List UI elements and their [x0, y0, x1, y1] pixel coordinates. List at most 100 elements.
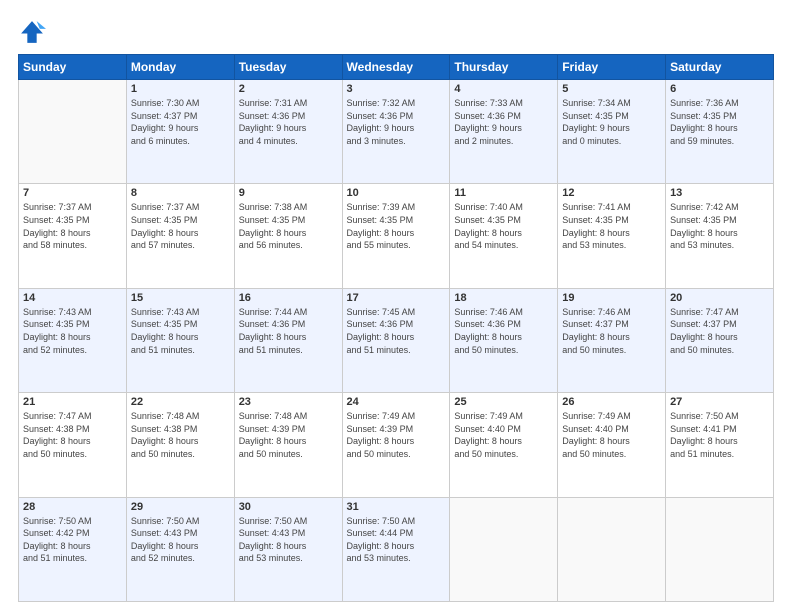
day-info: Sunrise: 7:31 AM Sunset: 4:36 PM Dayligh…	[239, 97, 338, 147]
day-info: Sunrise: 7:50 AM Sunset: 4:42 PM Dayligh…	[23, 515, 122, 565]
day-number: 12	[562, 187, 661, 199]
calendar-cell: 20 Sunrise: 7:47 AM Sunset: 4:37 PM Dayli…	[666, 288, 774, 392]
day-number: 19	[562, 292, 661, 304]
calendar-cell: 7 Sunrise: 7:37 AM Sunset: 4:35 PM Daylig…	[19, 184, 127, 288]
calendar-cell: 21Sunrise: 7:47 AM Sunset: 4:38 PM Dayli…	[19, 393, 127, 497]
calendar-cell: 28 Sunrise: 7:50 AM Sunset: 4:42 PM Dayli…	[19, 497, 127, 601]
weekday-header-sunday: Sunday	[19, 55, 127, 80]
day-number: 2	[239, 83, 338, 95]
day-info: Sunrise: 7:40 AM Sunset: 4:35 PM Dayligh…	[454, 201, 553, 251]
calendar-cell	[558, 497, 666, 601]
day-info: Sunrise: 7:49 AM Sunset: 4:40 PM Dayligh…	[562, 410, 661, 460]
header	[18, 18, 774, 46]
day-info: Sunrise: 7:46 AM Sunset: 4:37 PM Dayligh…	[562, 306, 661, 356]
day-info: Sunrise: 7:50 AM Sunset: 4:43 PM Dayligh…	[239, 515, 338, 565]
calendar-cell	[450, 497, 558, 601]
calendar-cell: 23 Sunrise: 7:48 AM Sunset: 4:39 PM Dayli…	[234, 393, 342, 497]
calendar-cell: 8 Sunrise: 7:37 AM Sunset: 4:35 PM Daylig…	[126, 184, 234, 288]
calendar-cell: 2 Sunrise: 7:31 AM Sunset: 4:36 PM Daylig…	[234, 80, 342, 184]
day-number: 11	[454, 187, 553, 199]
day-number: 30	[239, 501, 338, 513]
day-number: 9	[239, 187, 338, 199]
day-info: Sunrise: 7:36 AM Sunset: 4:35 PM Dayligh…	[670, 97, 769, 147]
calendar-cell: 14 Sunrise: 7:43 AM Sunset: 4:35 PM Dayli…	[19, 288, 127, 392]
day-info: Sunrise: 7:42 AM Sunset: 4:35 PM Dayligh…	[670, 201, 769, 251]
calendar-cell: 18 Sunrise: 7:46 AM Sunset: 4:36 PM Dayli…	[450, 288, 558, 392]
day-info: Sunrise: 7:48 AM Sunset: 4:39 PM Dayligh…	[239, 410, 338, 460]
day-number: 25	[454, 396, 553, 408]
day-number: 28	[23, 501, 122, 513]
day-info: Sunrise: 7:34 AM Sunset: 4:35 PM Dayligh…	[562, 97, 661, 147]
calendar-header-row: SundayMondayTuesdayWednesdayThursdayFrid…	[19, 55, 774, 80]
day-number: 21	[23, 396, 122, 408]
day-info: Sunrise: 7:41 AM Sunset: 4:35 PM Dayligh…	[562, 201, 661, 251]
calendar-cell: 29 Sunrise: 7:50 AM Sunset: 4:43 PM Dayli…	[126, 497, 234, 601]
calendar-cell: 25 Sunrise: 7:49 AM Sunset: 4:40 PM Dayli…	[450, 393, 558, 497]
weekday-header-friday: Friday	[558, 55, 666, 80]
day-number: 14	[23, 292, 122, 304]
weekday-header-thursday: Thursday	[450, 55, 558, 80]
day-info: Sunrise: 7:37 AM Sunset: 4:35 PM Dayligh…	[131, 201, 230, 251]
calendar-cell: 9Sunrise: 7:38 AM Sunset: 4:35 PM Daylig…	[234, 184, 342, 288]
calendar-cell: 30 Sunrise: 7:50 AM Sunset: 4:43 PM Dayli…	[234, 497, 342, 601]
day-info: Sunrise: 7:47 AM Sunset: 4:37 PM Dayligh…	[670, 306, 769, 356]
day-number: 8	[131, 187, 230, 199]
calendar-cell: 19 Sunrise: 7:46 AM Sunset: 4:37 PM Dayli…	[558, 288, 666, 392]
day-info: Sunrise: 7:43 AM Sunset: 4:35 PM Dayligh…	[23, 306, 122, 356]
weekday-header-wednesday: Wednesday	[342, 55, 450, 80]
day-info: Sunrise: 7:46 AM Sunset: 4:36 PM Dayligh…	[454, 306, 553, 356]
day-info: Sunrise: 7:30 AM Sunset: 4:37 PM Dayligh…	[131, 97, 230, 147]
calendar-cell: 12 Sunrise: 7:41 AM Sunset: 4:35 PM Dayli…	[558, 184, 666, 288]
day-info: Sunrise: 7:49 AM Sunset: 4:40 PM Dayligh…	[454, 410, 553, 460]
calendar-cell: 1 Sunrise: 7:30 AM Sunset: 4:37 PM Daylig…	[126, 80, 234, 184]
calendar-cell: 22Sunrise: 7:48 AM Sunset: 4:38 PM Dayli…	[126, 393, 234, 497]
day-number: 13	[670, 187, 769, 199]
day-number: 29	[131, 501, 230, 513]
calendar-cell: 10 Sunrise: 7:39 AM Sunset: 4:35 PM Dayli…	[342, 184, 450, 288]
calendar-cell: 6 Sunrise: 7:36 AM Sunset: 4:35 PM Daylig…	[666, 80, 774, 184]
day-info: Sunrise: 7:33 AM Sunset: 4:36 PM Dayligh…	[454, 97, 553, 147]
day-number: 6	[670, 83, 769, 95]
day-info: Sunrise: 7:37 AM Sunset: 4:35 PM Dayligh…	[23, 201, 122, 251]
day-number: 23	[239, 396, 338, 408]
day-info: Sunrise: 7:50 AM Sunset: 4:44 PM Dayligh…	[347, 515, 446, 565]
day-info: Sunrise: 7:44 AM Sunset: 4:36 PM Dayligh…	[239, 306, 338, 356]
day-number: 27	[670, 396, 769, 408]
day-number: 17	[347, 292, 446, 304]
calendar-cell: 13 Sunrise: 7:42 AM Sunset: 4:35 PM Dayli…	[666, 184, 774, 288]
day-info: Sunrise: 7:43 AM Sunset: 4:35 PM Dayligh…	[131, 306, 230, 356]
calendar-table: SundayMondayTuesdayWednesdayThursdayFrid…	[18, 54, 774, 602]
day-info: Sunrise: 7:32 AM Sunset: 4:36 PM Dayligh…	[347, 97, 446, 147]
calendar-cell: 5 Sunrise: 7:34 AM Sunset: 4:35 PM Daylig…	[558, 80, 666, 184]
calendar-cell: 11 Sunrise: 7:40 AM Sunset: 4:35 PM Dayli…	[450, 184, 558, 288]
weekday-header-saturday: Saturday	[666, 55, 774, 80]
day-number: 20	[670, 292, 769, 304]
calendar-week-row: 28 Sunrise: 7:50 AM Sunset: 4:42 PM Dayli…	[19, 497, 774, 601]
page: SundayMondayTuesdayWednesdayThursdayFrid…	[0, 0, 792, 612]
calendar-cell: 15 Sunrise: 7:43 AM Sunset: 4:35 PM Dayli…	[126, 288, 234, 392]
calendar-cell	[666, 497, 774, 601]
day-number: 10	[347, 187, 446, 199]
calendar-cell: 31 Sunrise: 7:50 AM Sunset: 4:44 PM Dayli…	[342, 497, 450, 601]
calendar-week-row: 7 Sunrise: 7:37 AM Sunset: 4:35 PM Daylig…	[19, 184, 774, 288]
calendar-cell: 24Sunrise: 7:49 AM Sunset: 4:39 PM Dayli…	[342, 393, 450, 497]
day-number: 5	[562, 83, 661, 95]
day-number: 22	[131, 396, 230, 408]
day-number: 24	[347, 396, 446, 408]
day-number: 18	[454, 292, 553, 304]
calendar-cell: 3Sunrise: 7:32 AM Sunset: 4:36 PM Daylig…	[342, 80, 450, 184]
calendar-cell: 17Sunrise: 7:45 AM Sunset: 4:36 PM Dayli…	[342, 288, 450, 392]
calendar-week-row: 1 Sunrise: 7:30 AM Sunset: 4:37 PM Daylig…	[19, 80, 774, 184]
weekday-header-monday: Monday	[126, 55, 234, 80]
day-number: 7	[23, 187, 122, 199]
day-number: 4	[454, 83, 553, 95]
calendar-cell: 16 Sunrise: 7:44 AM Sunset: 4:36 PM Dayli…	[234, 288, 342, 392]
weekday-header-tuesday: Tuesday	[234, 55, 342, 80]
day-number: 15	[131, 292, 230, 304]
day-number: 31	[347, 501, 446, 513]
calendar-cell: 26Sunrise: 7:49 AM Sunset: 4:40 PM Dayli…	[558, 393, 666, 497]
day-info: Sunrise: 7:50 AM Sunset: 4:43 PM Dayligh…	[131, 515, 230, 565]
day-number: 1	[131, 83, 230, 95]
day-info: Sunrise: 7:39 AM Sunset: 4:35 PM Dayligh…	[347, 201, 446, 251]
day-number: 16	[239, 292, 338, 304]
